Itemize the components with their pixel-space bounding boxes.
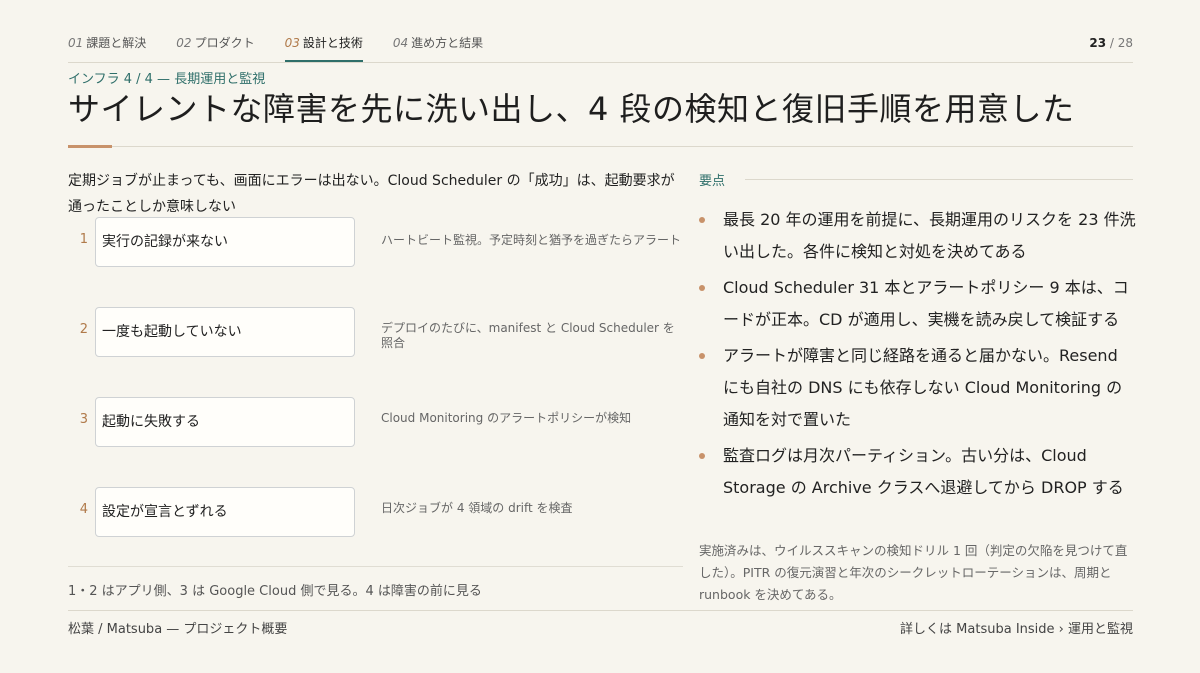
right-footnote: 実施済みは、ウイルススキャンの検知ドリル 1 回（判定の欠陥を見つけて直した）。…: [699, 543, 1128, 602]
bullet-dot: [699, 453, 705, 459]
step-box: 起動に失敗する: [95, 397, 355, 447]
section-nav: 01 課題と解決 02 プロダクト 03 設計と技術 04 進め方と結果: [68, 34, 513, 62]
title-accent-bar: [68, 145, 112, 148]
footer-project-name: 松葉 / Matsuba — プロジェクト概要: [68, 622, 288, 637]
step-description: ハートビート監視。予定時刻と猶予を過ぎたらアラート: [381, 233, 682, 247]
nav-divider: [68, 62, 1133, 63]
step-box: 一度も起動していない: [95, 307, 355, 357]
footer-divider: [68, 610, 1133, 611]
list-item: アラートが障害と同じ経路を通ると届かない。Resend にも自社の DNS にも…: [697, 340, 1137, 436]
page-title: サイレントな障害を先に洗い出し、4 段の検知と復旧手順を用意した: [68, 90, 1075, 128]
bullet-dot: [699, 353, 705, 359]
title-divider: [68, 146, 1133, 147]
nav-item-problem[interactable]: 01 課題と解決: [68, 34, 146, 62]
nav-item-progress[interactable]: 04 進め方と結果: [393, 34, 483, 62]
step-number: 3: [79, 412, 88, 427]
nav-item-product[interactable]: 02 プロダクト: [176, 34, 254, 62]
step-number: 2: [79, 322, 88, 337]
page-current: 23: [1089, 36, 1107, 50]
page-total: 28: [1117, 36, 1133, 50]
list-item: 監査ログは月次パーティション。古い分は、Cloud Storage の Arch…: [697, 440, 1137, 504]
page-counter: 23 / 28: [1089, 36, 1133, 50]
key-points-label: 要点: [699, 174, 726, 189]
step-number: 4: [79, 502, 88, 517]
left-divider: [68, 566, 683, 567]
bullet-dot: [699, 217, 705, 223]
bullet-dot: [699, 285, 705, 291]
step-description: デプロイのたびに、manifest と Cloud Scheduler を照合: [381, 321, 675, 350]
step-box: 設定が宣言とずれる: [95, 487, 355, 537]
key-points-list: 最長 20 年の運用を前提に、長期運用のリスクを 23 件洗い出した。各件に検知…: [697, 204, 1137, 508]
step-box: 実行の記録が来ない: [95, 217, 355, 267]
list-item: 最長 20 年の運用を前提に、長期運用のリスクを 23 件洗い出した。各件に検知…: [697, 204, 1137, 268]
nav-item-design[interactable]: 03 設計と技術: [284, 34, 363, 62]
lead-text: 定期ジョブが止まっても、画面にエラーは出ない。Cloud Scheduler の…: [68, 173, 675, 215]
key-points-divider: [745, 179, 1133, 180]
step-description: Cloud Monitoring のアラートポリシーが検知: [381, 411, 632, 425]
list-item: Cloud Scheduler 31 本とアラートポリシー 9 本は、コードが正…: [697, 272, 1137, 336]
footer-link[interactable]: 詳しくは Matsuba Inside › 運用と監視: [900, 618, 1133, 637]
step-number: 1: [79, 232, 88, 247]
step-description: 日次ジョブが 4 領域の drift を検査: [381, 501, 573, 515]
left-footnote: 1・2 はアプリ側、3 は Google Cloud 側で見る。4 は障害の前に…: [68, 584, 482, 599]
